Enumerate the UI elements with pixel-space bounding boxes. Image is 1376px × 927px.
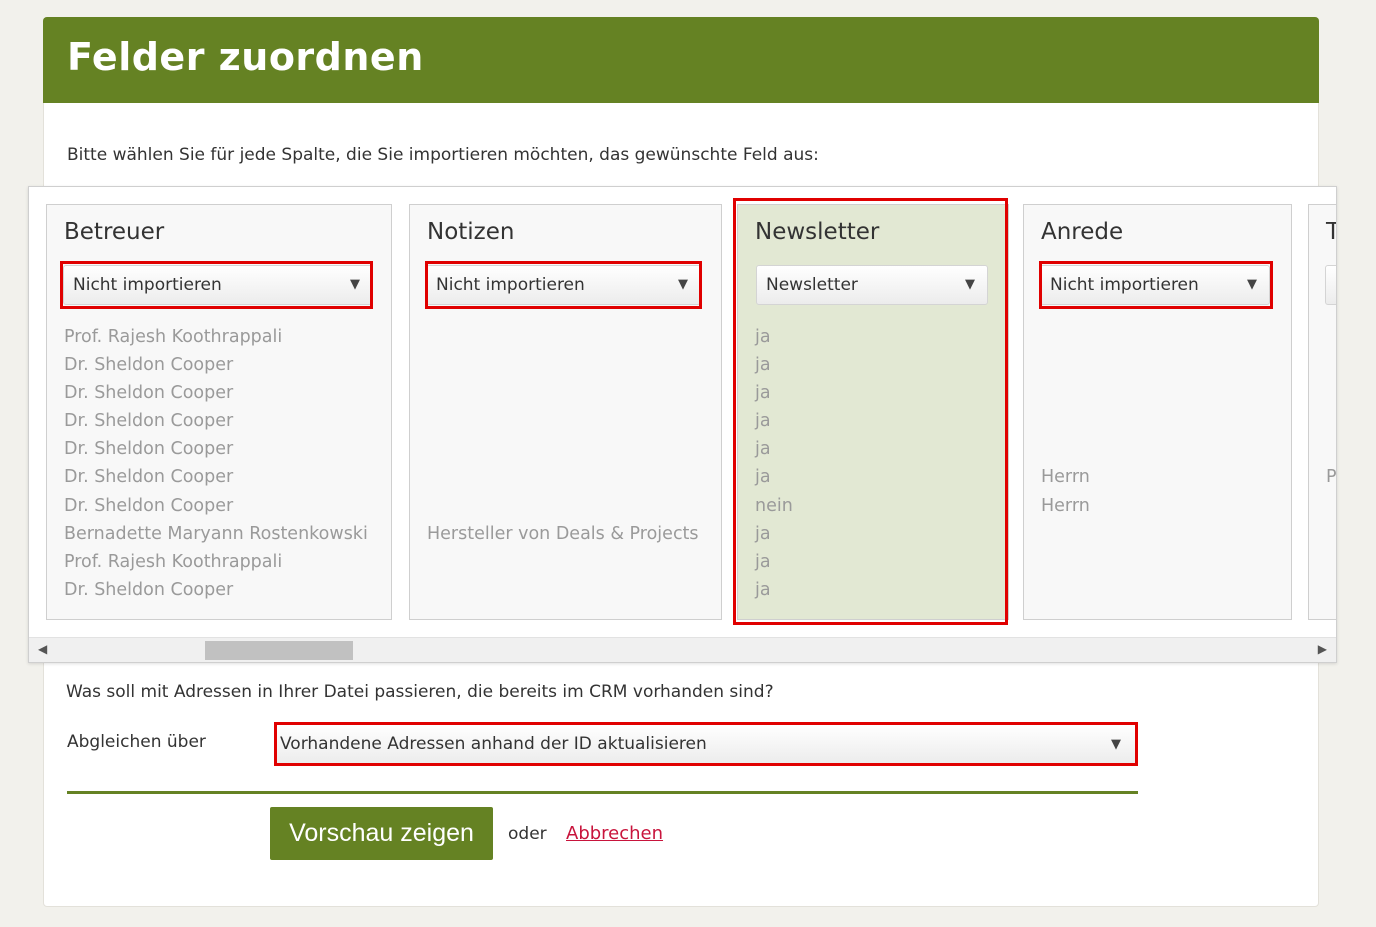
value-cell — [427, 407, 699, 435]
column-title: Anrede — [1041, 219, 1124, 245]
value-cell — [1326, 351, 1336, 379]
value-cell: Bernadette Maryann Rostenkowski — [64, 523, 368, 544]
column-values: Prof. Rajesh Koothrappali Dr. Sheldon Co… — [64, 323, 368, 604]
value-cell: ja — [755, 411, 771, 432]
select-value: Newsletter — [766, 275, 858, 295]
select-value: I — [1335, 275, 1336, 295]
value-cell: ja — [755, 467, 771, 488]
value-cell — [1041, 407, 1090, 435]
value-cell — [1041, 323, 1090, 351]
value-cell — [1041, 351, 1090, 379]
column-newsletter: Newsletter Newsletter ▼ ja ja ja ja ja j… — [737, 204, 1009, 620]
value-cell — [427, 379, 699, 407]
field-select-anrede[interactable]: Nicht importieren ▼ — [1040, 265, 1270, 305]
value-cell — [427, 576, 699, 604]
value-cell — [1326, 435, 1336, 463]
field-select-notizen[interactable]: Nicht importieren ▼ — [426, 265, 701, 305]
scrollbar-thumb[interactable] — [205, 641, 353, 660]
value-cell — [1326, 407, 1336, 435]
value-cell — [1041, 520, 1090, 548]
dropdown-arrow-icon: ▼ — [350, 277, 360, 292]
select-value: Nicht importieren — [1050, 275, 1199, 295]
horizontal-scrollbar[interactable]: ◀ ▶ — [29, 637, 1336, 662]
column-betreuer: Betreuer Nicht importieren ▼ Prof. Rajes… — [46, 204, 392, 620]
value-cell — [427, 351, 699, 379]
scroll-left-arrow-icon[interactable]: ◀ — [38, 642, 47, 656]
value-cell — [1041, 576, 1090, 604]
field-select-partial[interactable]: I — [1325, 265, 1336, 305]
duplicates-question: Was soll mit Adressen in Ihrer Datei pas… — [66, 682, 774, 702]
value-cell: nein — [755, 495, 793, 516]
column-values: P — [1326, 323, 1337, 520]
value-cell — [1041, 548, 1090, 576]
scroll-right-arrow-icon[interactable]: ▶ — [1318, 642, 1327, 656]
value-cell: Herrn — [1041, 495, 1090, 516]
page-title: Felder zuordnen — [67, 35, 424, 79]
column-values: ja ja ja ja ja ja nein ja ja ja — [755, 323, 793, 604]
value-cell: Hersteller von Deals & Projects — [427, 523, 699, 544]
value-cell: Dr. Sheldon Cooper — [64, 467, 234, 488]
column-notizen: Notizen Nicht importieren ▼ Hersteller v… — [409, 204, 722, 620]
preview-button[interactable]: Vorschau zeigen — [270, 807, 493, 860]
select-value: Vorhandene Adressen anhand der ID aktual… — [280, 734, 707, 754]
field-select-betreuer[interactable]: Nicht importieren ▼ — [63, 265, 373, 305]
value-cell: P — [1326, 467, 1337, 488]
value-cell: ja — [755, 439, 771, 460]
intro-text: Bitte wählen Sie für jede Spalte, die Si… — [67, 145, 819, 165]
value-cell: Prof. Rajesh Koothrappali — [64, 551, 283, 572]
field-select-newsletter[interactable]: Newsletter ▼ — [756, 265, 988, 305]
value-cell: Dr. Sheldon Cooper — [64, 355, 234, 376]
column-title: T — [1326, 219, 1336, 245]
value-cell — [1041, 379, 1090, 407]
dropdown-arrow-icon: ▼ — [965, 277, 975, 292]
value-cell: ja — [755, 383, 771, 404]
dropdown-arrow-icon: ▼ — [678, 277, 688, 292]
value-cell — [1326, 323, 1336, 351]
value-cell: ja — [755, 523, 771, 544]
value-cell: Dr. Sheldon Cooper — [64, 495, 234, 516]
value-cell — [427, 435, 699, 463]
column-mapping-scroller: Betreuer Nicht importieren ▼ Prof. Rajes… — [28, 186, 1337, 663]
column-title: Newsletter — [755, 219, 880, 245]
column-title: Betreuer — [64, 219, 165, 245]
select-value: Nicht importieren — [73, 275, 222, 295]
match-label: Abgleichen über — [67, 732, 206, 752]
or-text: oder — [508, 824, 547, 844]
column-values: Herrn Herrn — [1041, 323, 1090, 604]
page-header: Felder zuordnen — [43, 17, 1319, 103]
column-values: Hersteller von Deals & Projects — [427, 323, 699, 604]
value-cell — [1326, 492, 1336, 520]
value-cell — [1326, 379, 1336, 407]
value-cell: ja — [755, 579, 771, 600]
dropdown-arrow-icon: ▼ — [1247, 277, 1257, 292]
match-select[interactable]: Vorhandene Adressen anhand der ID aktual… — [274, 722, 1138, 766]
divider — [67, 791, 1138, 794]
dropdown-arrow-icon: ▼ — [1111, 737, 1121, 752]
value-cell — [427, 323, 699, 351]
column-title: Notizen — [427, 219, 515, 245]
value-cell — [1041, 435, 1090, 463]
value-cell: Prof. Rajesh Koothrappali — [64, 327, 283, 347]
value-cell — [427, 463, 699, 491]
select-value: Nicht importieren — [436, 275, 585, 295]
value-cell: ja — [755, 327, 771, 347]
column-anrede: Anrede Nicht importieren ▼ Herrn Herrn — [1023, 204, 1292, 620]
column-partial: T I P — [1308, 204, 1337, 620]
value-cell: Dr. Sheldon Cooper — [64, 383, 234, 404]
value-cell: ja — [755, 355, 771, 376]
value-cell — [427, 492, 699, 520]
value-cell: Dr. Sheldon Cooper — [64, 579, 234, 600]
cancel-link[interactable]: Abbrechen — [566, 823, 663, 844]
value-cell — [427, 548, 699, 576]
value-cell: ja — [755, 551, 771, 572]
value-cell: Herrn — [1041, 467, 1090, 488]
value-cell: Dr. Sheldon Cooper — [64, 439, 234, 460]
value-cell: Dr. Sheldon Cooper — [64, 411, 234, 432]
